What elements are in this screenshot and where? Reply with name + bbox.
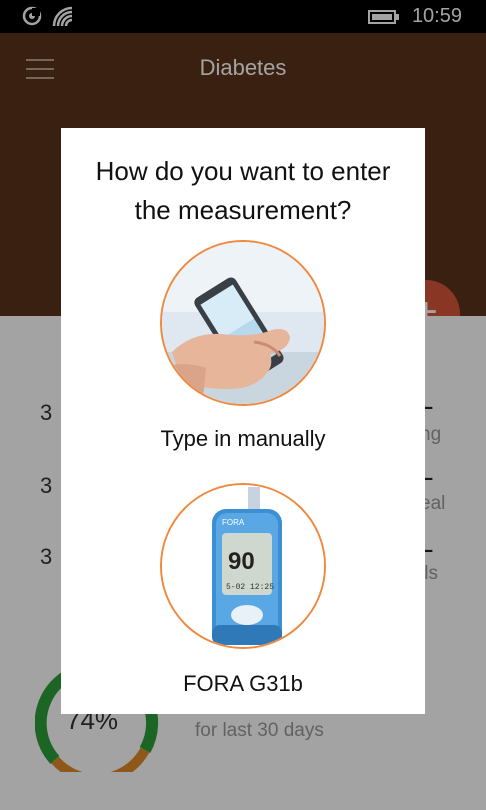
glucose-meter-icon[interactable]: FORA 90 5-02 12:25: [160, 483, 326, 649]
phone-hand-icon[interactable]: [160, 240, 326, 406]
svg-text:FORA: FORA: [222, 518, 245, 527]
dialog-title: How do you want to enter the measurement…: [95, 156, 391, 225]
option-label: FORA G31b: [183, 671, 303, 696]
entry-method-dialog: How do you want to enter the measurement…: [61, 128, 425, 714]
meter-display-value: 90: [228, 548, 255, 575]
option-label: Type in manually: [160, 426, 326, 451]
svg-text:5-02 12:25: 5-02 12:25: [226, 583, 274, 592]
